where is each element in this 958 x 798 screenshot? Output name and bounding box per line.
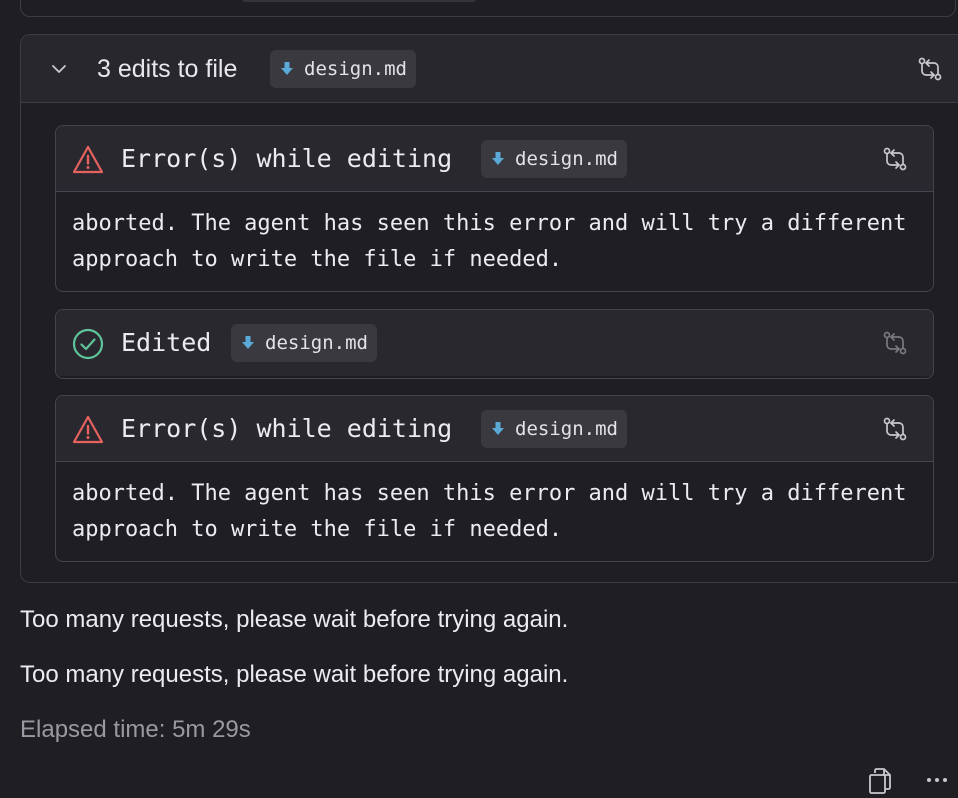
copy-icon[interactable] [867, 767, 893, 795]
card-title: Error(s) while editing [121, 144, 453, 173]
markdown-file-icon [281, 62, 293, 75]
rate-limit-message: Too many requests, please wait before tr… [20, 661, 569, 688]
rate-limit-message: Too many requests, please wait before tr… [20, 606, 569, 633]
markdown-file-icon [492, 422, 504, 435]
card-title: Edited [121, 328, 212, 357]
file-chip[interactable]: design.md [270, 50, 416, 88]
file-chip[interactable]: design.md [481, 410, 627, 448]
file-edits-group-header[interactable]: 3 edits to file design.md [21, 35, 958, 103]
file-chip-label: design.md [515, 418, 618, 440]
agent-transcript: 3 edits to file design.md Error(s) while… [0, 0, 958, 798]
markdown-file-icon [242, 336, 254, 349]
warning-triangle-icon [72, 415, 104, 444]
chevron-down-icon[interactable] [49, 59, 69, 79]
card-header: Error(s) while editing design.md [56, 396, 933, 462]
compare-arrows-icon[interactable] [882, 330, 908, 356]
file-chip-label: design.md [265, 332, 368, 354]
more-dots-icon[interactable] [926, 777, 948, 783]
edit-success-card: Edited design.md [55, 309, 934, 379]
group-title: 3 edits to file [97, 55, 238, 83]
error-message: aborted. The agent has seen this error a… [72, 481, 920, 542]
card-title: Error(s) while editing [121, 414, 453, 443]
edit-error-card: Error(s) while editing design.md aborted… [55, 125, 934, 292]
markdown-file-icon [492, 152, 504, 165]
file-chip-label: design.md [515, 148, 618, 170]
check-circle-icon [72, 328, 104, 360]
file-chip[interactable]: design.md [231, 324, 377, 362]
compare-arrows-icon[interactable] [882, 416, 908, 442]
compare-arrows-icon[interactable] [882, 146, 908, 172]
card-header: Error(s) while editing design.md [56, 126, 933, 192]
elapsed-time: Elapsed time: 5m 29s [20, 716, 251, 743]
previous-file-chip [240, 0, 478, 2]
file-edits-group: 3 edits to file design.md Error(s) while… [20, 34, 958, 583]
file-chip-label: design.md [304, 58, 407, 80]
edit-error-card: Error(s) while editing design.md aborted… [55, 395, 934, 562]
error-message: aborted. The agent has seen this error a… [72, 211, 920, 272]
compare-arrows-icon[interactable] [917, 56, 943, 82]
card-header: Edited design.md [56, 310, 933, 376]
warning-triangle-icon [72, 145, 104, 174]
file-chip[interactable]: design.md [481, 140, 627, 178]
previous-tool-card [20, 0, 956, 17]
